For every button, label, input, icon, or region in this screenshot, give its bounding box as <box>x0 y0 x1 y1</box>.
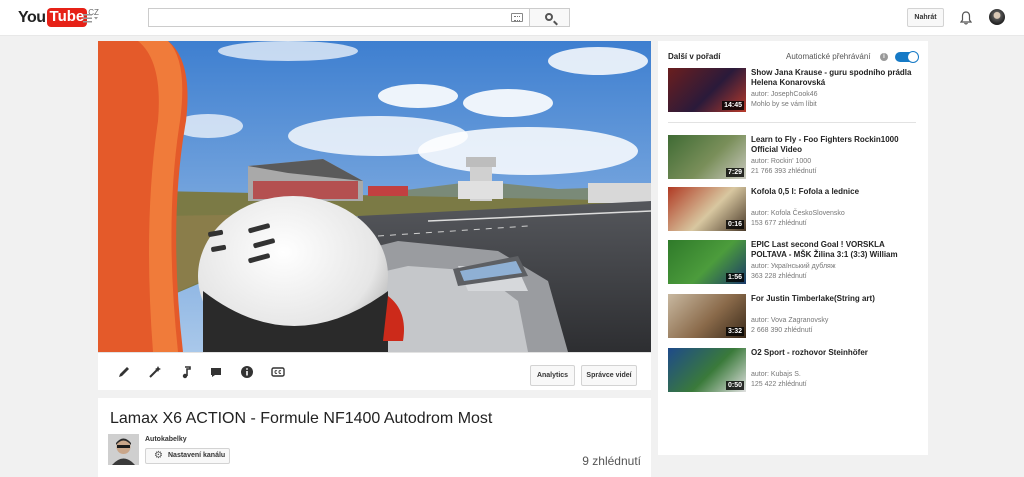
player-toolbar: Analytics Správce videí <box>98 352 651 390</box>
video-author: autor: Vova Zagranovsky <box>751 317 829 324</box>
video-manager-button[interactable]: Správce videí <box>581 365 637 386</box>
video-title-link[interactable]: Learn to Fly - Foo Fighters Rockin1000 O… <box>751 135 919 155</box>
video-title-link[interactable]: For Justin Timberlake(String art) <box>751 294 919 304</box>
video-duration: 3:32 <box>725 327 744 336</box>
channel-settings-button[interactable]: ⚙ Nastavení kanálu <box>145 448 230 464</box>
video-author: autor: JosephCook46 <box>751 91 818 98</box>
video-meta: 125 422 zhlédnutí <box>751 381 807 388</box>
video-thumbnail[interactable]: 7:29 <box>668 135 746 179</box>
video-duration: 14:45 <box>722 101 744 110</box>
video-thumbnail[interactable]: 3:32 <box>668 294 746 338</box>
notifications-bell-icon[interactable] <box>959 11 973 25</box>
channel-name[interactable]: Autokabelky <box>145 435 187 445</box>
related-video-item[interactable]: 1:56 EPIC Last second Goal ! VORSKLA POLT… <box>668 240 918 286</box>
video-meta: 2 668 390 zhlédnutí <box>751 327 813 334</box>
magic-wand-icon[interactable] <box>147 364 163 380</box>
autoplay-toggle[interactable] <box>895 51 919 63</box>
cc-icon[interactable] <box>270 364 286 380</box>
divider <box>668 122 916 123</box>
view-count: 9 zhlédnutí <box>582 454 641 468</box>
video-thumbnail[interactable]: 0:16 <box>668 187 746 231</box>
video-meta: 153 677 zhlédnutí <box>751 220 807 227</box>
logo-tube-text: Tube <box>46 8 88 27</box>
search-input[interactable] <box>148 8 530 27</box>
guide-menu-icon[interactable] <box>83 13 99 23</box>
autoplay-info-icon[interactable]: i <box>880 53 888 61</box>
video-title-link[interactable]: Show Jana Krause - guru spodního prádla … <box>751 68 919 88</box>
channel-avatar[interactable] <box>108 434 139 465</box>
related-video-item[interactable]: 14:45 Show Jana Krause - guru spodního pr… <box>668 68 918 114</box>
video-title-link[interactable]: EPIC Last second Goal ! VORSKLA POLTAVA … <box>751 240 919 260</box>
video-meta: Mohlo by se vám líbit <box>751 101 817 108</box>
video-meta: 363 228 zhlédnutí <box>751 273 807 280</box>
logo-you-text: You <box>18 9 46 26</box>
upload-button[interactable]: Nahrát <box>907 8 944 27</box>
gear-icon: ⚙ <box>154 450 163 461</box>
watch-sidebar: Další v pořadí Automatické přehrávání i … <box>658 41 928 455</box>
related-video-item[interactable]: 0:16 Kofola 0,5 l: Fofola a lednice autor:… <box>668 187 918 233</box>
video-frame <box>98 41 651 352</box>
masthead: You Tube CZ Nahrát <box>0 0 1024 36</box>
video-author: autor: Rockin' 1000 <box>751 158 812 165</box>
related-video-item[interactable]: 3:32 For Justin Timberlake(String art) aut… <box>668 294 918 340</box>
video-title-link[interactable]: O2 Sport - rozhovor Steinhöfer <box>751 348 919 358</box>
info-icon[interactable] <box>239 364 255 380</box>
video-title: Lamax X6 ACTION - Formule NF1400 Autodro… <box>110 410 493 427</box>
analytics-button[interactable]: Analytics <box>530 365 575 386</box>
music-note-icon[interactable] <box>178 364 194 380</box>
video-author: autor: Український дубляж <box>751 263 836 270</box>
up-next-heading: Další v pořadí <box>668 52 721 61</box>
channel-settings-label: Nastavení kanálu <box>168 452 226 459</box>
video-duration: 1:56 <box>725 273 744 282</box>
autoplay-label: Automatické přehrávání <box>786 52 871 61</box>
video-thumbnail[interactable]: 0:50 <box>668 348 746 392</box>
search-icon <box>545 13 553 21</box>
video-thumbnail[interactable]: 1:56 <box>668 240 746 284</box>
video-author: autor: Kofola ČeskoSlovensko <box>751 210 845 217</box>
video-duration: 7:29 <box>725 168 744 177</box>
video-duration: 0:50 <box>725 381 744 390</box>
video-meta: 21 766 393 zhlédnutí <box>751 168 817 175</box>
video-info: Lamax X6 ACTION - Formule NF1400 Autodro… <box>98 398 651 477</box>
search-button[interactable] <box>529 8 570 27</box>
video-thumbnail[interactable]: 14:45 <box>668 68 746 112</box>
account-avatar[interactable] <box>989 9 1005 25</box>
video-duration: 0:16 <box>725 220 744 229</box>
video-title-link[interactable]: Kofola 0,5 l: Fofola a lednice <box>751 187 919 197</box>
video-player[interactable] <box>98 41 651 352</box>
keyboard-icon[interactable] <box>511 13 523 22</box>
comment-icon[interactable] <box>208 364 224 380</box>
related-video-item[interactable]: 7:29 Learn to Fly - Foo Fighters Rockin10… <box>668 135 918 181</box>
related-video-item[interactable]: 0:50 O2 Sport - rozhovor Steinhöfer autor:… <box>668 348 918 394</box>
video-author: autor: Kubajs S. <box>751 371 801 378</box>
pencil-icon[interactable] <box>116 364 132 380</box>
